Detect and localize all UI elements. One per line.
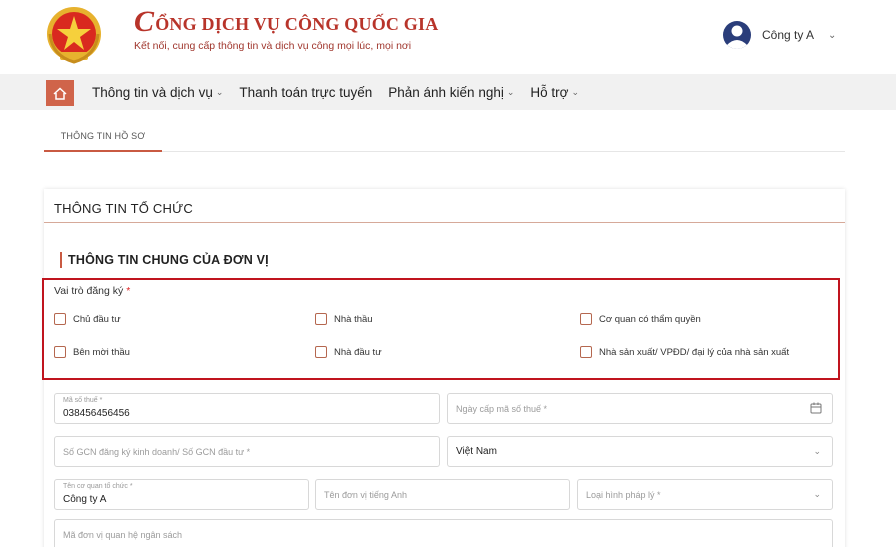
chevron-down-icon: ⌄ bbox=[813, 489, 821, 499]
nav-items: Thông tin và dịch vụ ⌄ Thanh toán trực t… bbox=[92, 74, 595, 110]
nav-item-support[interactable]: Hỗ trợ ⌄ bbox=[530, 85, 579, 100]
field-placeholder: Loại hình pháp lý * bbox=[586, 490, 661, 500]
nav-item-label: Thanh toán trực tuyến bbox=[239, 84, 373, 100]
budget-code-field[interactable]: Mã đơn vị quan hệ ngân sách bbox=[54, 519, 833, 547]
checkbox-investor-owner[interactable]: Chủ đầu tư bbox=[54, 313, 121, 325]
role-selection-group: Vai trò đăng ký * Chủ đầu tư Nhà thầu Cơ… bbox=[42, 278, 840, 380]
checkbox-icon bbox=[54, 346, 66, 358]
required-mark: * bbox=[126, 285, 131, 297]
site-header: C ỔNG DỊCH VỤ CÔNG QUỐC GIA Kết nối, cun… bbox=[0, 0, 896, 72]
nav-item-services[interactable]: Thông tin và dịch vụ ⌄ bbox=[92, 85, 223, 100]
checkbox-competent-authority[interactable]: Cơ quan có thẩm quyền bbox=[580, 313, 701, 325]
checkbox-icon bbox=[315, 346, 327, 358]
checkbox-label: Nhà thầu bbox=[334, 313, 373, 325]
calendar-icon[interactable] bbox=[810, 402, 822, 414]
checkbox-label: Bên mời thầu bbox=[73, 346, 130, 358]
section-title: THÔNG TIN CHUNG CỦA ĐƠN VỊ bbox=[60, 252, 269, 268]
home-button[interactable] bbox=[46, 80, 74, 106]
checkbox-label: Cơ quan có thẩm quyền bbox=[599, 313, 701, 325]
field-label: Tên cơ quan tổ chức * bbox=[63, 483, 133, 490]
tab-bar: THÔNG TIN HỒ SƠ bbox=[44, 121, 845, 152]
nav-item-feedback[interactable]: Phản ánh kiến nghị ⌄ bbox=[388, 85, 514, 100]
field-value: Việt Nam bbox=[456, 446, 497, 457]
role-label: Vai trò đăng ký * bbox=[54, 285, 130, 297]
brand[interactable]: C ỔNG DỊCH VỤ CÔNG QUỐC GIA Kết nối, cun… bbox=[134, 5, 439, 53]
checkbox-icon bbox=[580, 346, 592, 358]
chevron-down-icon: ⌄ bbox=[813, 446, 821, 456]
national-emblem-logo[interactable] bbox=[44, 4, 104, 66]
field-value: Công ty A bbox=[63, 494, 107, 505]
nav-item-label: Hỗ trợ bbox=[530, 84, 569, 100]
checkbox-icon bbox=[54, 313, 66, 325]
brand-title: C ỔNG DỊCH VỤ CÔNG QUỐC GIA bbox=[134, 5, 439, 38]
chevron-down-icon: ⌄ bbox=[215, 86, 224, 97]
organization-info-card: THÔNG TIN TỔ CHỨC THÔNG TIN CHUNG CỦA ĐƠ… bbox=[42, 189, 845, 547]
checkbox-icon bbox=[315, 313, 327, 325]
field-placeholder: Tên đơn vị tiếng Anh bbox=[324, 490, 407, 500]
chevron-down-icon: ⌄ bbox=[571, 86, 580, 97]
checkbox-icon bbox=[580, 313, 592, 325]
chevron-down-icon: ⌄ bbox=[828, 29, 837, 41]
field-placeholder: Mã đơn vị quan hệ ngân sách bbox=[63, 530, 182, 540]
field-label: Mã số thuế * bbox=[63, 397, 103, 404]
checkbox-label: Nhà sản xuất/ VPĐD/ đại lý của nhà sản x… bbox=[599, 346, 790, 358]
tax-code-date-field[interactable]: Ngày cấp mã số thuế * bbox=[447, 393, 833, 424]
brand-subtitle: Kết nối, cung cấp thông tin và dịch vụ c… bbox=[134, 40, 412, 52]
country-select[interactable]: Việt Nam ⌄ bbox=[447, 436, 833, 467]
nav-item-label: Thông tin và dịch vụ bbox=[92, 84, 213, 100]
card-title: THÔNG TIN TỔ CHỨC bbox=[54, 201, 193, 216]
field-placeholder: Ngày cấp mã số thuế * bbox=[456, 404, 548, 414]
field-placeholder: Số GCN đăng ký kinh doanh/ Số GCN đầu tư… bbox=[63, 447, 251, 457]
user-menu[interactable]: Công ty A ⌄ bbox=[722, 20, 836, 50]
checkbox-label: Chủ đầu tư bbox=[73, 313, 121, 325]
home-icon bbox=[53, 86, 67, 100]
nav-item-label: Phản ánh kiến nghị bbox=[388, 84, 504, 100]
tax-code-field[interactable]: Mã số thuế * 038456456456 bbox=[54, 393, 440, 424]
checkbox-bid-solicitor[interactable]: Bên mời thầu bbox=[54, 346, 130, 358]
english-name-field[interactable]: Tên đơn vị tiếng Anh bbox=[315, 479, 570, 510]
main-nav: Thông tin và dịch vụ ⌄ Thanh toán trực t… bbox=[0, 74, 896, 110]
user-avatar-icon bbox=[723, 21, 751, 49]
org-name-field[interactable]: Tên cơ quan tổ chức * Công ty A bbox=[54, 479, 309, 510]
card-header: THÔNG TIN TỔ CHỨC bbox=[44, 189, 845, 223]
chevron-down-icon: ⌄ bbox=[506, 86, 515, 97]
field-value: 038456456456 bbox=[63, 408, 130, 419]
checkbox-contractor[interactable]: Nhà thầu bbox=[315, 313, 373, 325]
business-certificate-field[interactable]: Số GCN đăng ký kinh doanh/ Số GCN đầu tư… bbox=[54, 436, 440, 467]
user-name: Công ty A bbox=[762, 28, 815, 42]
checkbox-investor[interactable]: Nhà đầu tư bbox=[315, 346, 382, 358]
role-label-text: Vai trò đăng ký bbox=[54, 285, 124, 297]
checkbox-label: Nhà đầu tư bbox=[334, 346, 382, 358]
brand-initial: C bbox=[134, 5, 155, 38]
legal-type-select[interactable]: Loại hình pháp lý * ⌄ bbox=[577, 479, 833, 510]
brand-title-text: ỔNG DỊCH VỤ CÔNG QUỐC GIA bbox=[155, 14, 439, 34]
checkbox-manufacturer[interactable]: Nhà sản xuất/ VPĐD/ đại lý của nhà sản x… bbox=[580, 346, 789, 358]
tab-profile-info[interactable]: THÔNG TIN HỒ SƠ bbox=[44, 121, 162, 152]
nav-item-payment[interactable]: Thanh toán trực tuyến bbox=[239, 85, 372, 100]
